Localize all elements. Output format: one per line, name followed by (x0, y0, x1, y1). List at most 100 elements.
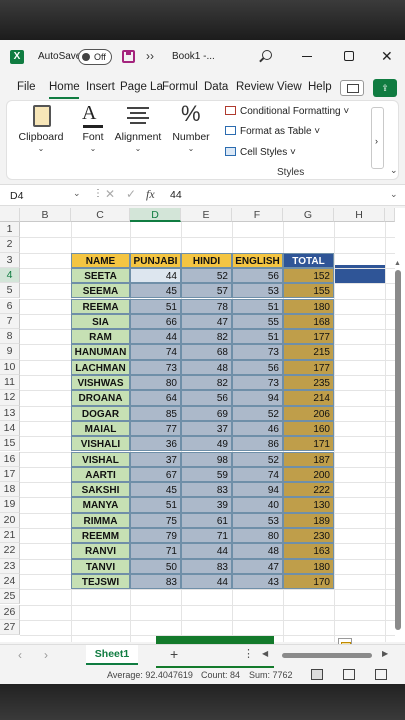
scrollbar-thumb[interactable] (282, 653, 372, 658)
total-cell[interactable]: 222 (283, 482, 334, 498)
hindi-cell[interactable]: 37 (181, 420, 232, 437)
column-header[interactable]: B (20, 208, 71, 222)
row-header[interactable]: 20 (0, 512, 20, 528)
vertical-scrollbar[interactable]: ▲ ▼ (394, 260, 401, 677)
scroll-left-icon[interactable]: ◀ (262, 649, 268, 658)
total-cell[interactable]: 230 (283, 528, 334, 544)
punjabi-cell[interactable]: 73 (130, 359, 181, 375)
row-header[interactable]: 17 (0, 466, 20, 483)
more-commands-icon[interactable]: ›› (146, 49, 154, 63)
chevron-down-icon[interactable]: ⌄ (73, 188, 81, 199)
scroll-right-icon[interactable]: ▶ (382, 649, 388, 658)
row-header[interactable]: 16 (0, 451, 20, 467)
row-header[interactable]: 4 (0, 267, 20, 284)
worksheet-grid[interactable]: B C D E F G H BEST WAY TO DO TOTAL 12345… (0, 208, 405, 677)
total-cell[interactable]: 235 (283, 375, 334, 391)
english-cell[interactable]: 51 (232, 329, 283, 345)
collapse-ribbon-icon[interactable]: ⌄ (390, 165, 398, 176)
header-name[interactable]: NAME (71, 252, 130, 268)
english-cell[interactable]: 43 (232, 573, 283, 590)
page-break-view-icon[interactable] (375, 669, 387, 680)
name-cell[interactable]: MANYA (71, 497, 130, 513)
horizontal-scrollbar[interactable]: ◀ ▶ (262, 649, 390, 662)
alignment-group[interactable]: Alignment ⌄ (113, 101, 163, 161)
hindi-cell[interactable]: 47 (181, 313, 232, 330)
english-cell[interactable]: 47 (232, 558, 283, 574)
maximize-icon[interactable] (344, 51, 354, 61)
name-cell[interactable]: TEJSWI (71, 573, 130, 590)
punjabi-cell[interactable]: 44 (130, 267, 181, 284)
english-cell[interactable]: 73 (232, 375, 283, 391)
hindi-cell[interactable]: 98 (181, 451, 232, 467)
header-hindi[interactable]: HINDI (181, 252, 232, 268)
row-header[interactable]: 14 (0, 420, 20, 437)
column-header[interactable]: D (130, 208, 181, 222)
row-header[interactable]: 26 (0, 604, 20, 620)
english-cell[interactable]: 56 (232, 267, 283, 284)
total-cell[interactable]: 168 (283, 313, 334, 330)
total-cell[interactable]: 163 (283, 543, 334, 559)
tab-view[interactable]: View (277, 81, 302, 93)
punjabi-cell[interactable]: 77 (130, 420, 181, 437)
total-cell[interactable]: 215 (283, 344, 334, 360)
row-header[interactable]: 8 (0, 329, 20, 345)
clipboard-group[interactable]: Clipboard ⌄ (11, 101, 71, 161)
english-cell[interactable]: 46 (232, 420, 283, 437)
row-header[interactable]: 5 (0, 283, 20, 299)
punjabi-cell[interactable]: 45 (130, 283, 181, 299)
tab-insert[interactable]: Insert (86, 81, 115, 93)
hindi-cell[interactable]: 44 (181, 573, 232, 590)
total-cell[interactable]: 206 (283, 405, 334, 421)
column-header[interactable]: E (181, 208, 232, 222)
punjabi-cell[interactable]: 71 (130, 543, 181, 559)
next-sheet-icon[interactable]: › (44, 648, 48, 662)
english-cell[interactable]: 55 (232, 313, 283, 330)
name-cell[interactable]: DROANA (71, 390, 130, 406)
english-cell[interactable]: 94 (232, 390, 283, 406)
total-cell[interactable]: 180 (283, 558, 334, 574)
tab-formulas[interactable]: Formul (162, 81, 198, 93)
punjabi-cell[interactable]: 79 (130, 528, 181, 544)
punjabi-cell[interactable]: 50 (130, 558, 181, 574)
conditional-formatting-button[interactable]: Conditional Formatting ˅ (225, 106, 349, 117)
comments-button[interactable] (340, 80, 364, 96)
row-header[interactable]: 13 (0, 405, 20, 421)
select-all-corner[interactable] (0, 208, 20, 222)
hindi-cell[interactable]: 59 (181, 466, 232, 483)
punjabi-cell[interactable]: 67 (130, 466, 181, 483)
total-cell[interactable]: 187 (283, 451, 334, 467)
name-cell[interactable]: SEETA (71, 267, 130, 284)
row-header[interactable]: 27 (0, 619, 20, 636)
search-icon[interactable] (262, 50, 272, 60)
column-header[interactable]: G (283, 208, 334, 222)
insert-function-icon[interactable]: fx (146, 187, 155, 202)
header-english[interactable]: ENGLISH (232, 252, 283, 268)
punjabi-cell[interactable]: 85 (130, 405, 181, 421)
prev-sheet-icon[interactable]: ‹ (18, 648, 22, 662)
tab-data[interactable]: Data (204, 81, 228, 93)
name-cell[interactable]: SEEMA (71, 283, 130, 299)
hindi-cell[interactable]: 68 (181, 344, 232, 360)
hindi-cell[interactable]: 44 (181, 543, 232, 559)
enter-icon[interactable]: ✓ (126, 187, 136, 201)
english-cell[interactable]: 53 (232, 512, 283, 528)
row-header[interactable]: 15 (0, 436, 20, 452)
english-cell[interactable]: 51 (232, 298, 283, 314)
total-cell[interactable]: 180 (283, 298, 334, 314)
row-header[interactable]: 21 (0, 528, 20, 544)
hindi-cell[interactable]: 71 (181, 528, 232, 544)
save-icon[interactable] (122, 50, 135, 63)
scroll-up-icon[interactable]: ▲ (394, 260, 401, 267)
cancel-icon[interactable]: ✕ (105, 187, 115, 201)
status-sum[interactable]: Sum: 7762 (249, 670, 293, 680)
name-cell[interactable]: REEMA (71, 298, 130, 314)
total-cell[interactable]: 177 (283, 329, 334, 345)
name-cell[interactable]: LACHMAN (71, 359, 130, 375)
page-layout-view-icon[interactable] (343, 669, 355, 680)
english-cell[interactable]: 74 (232, 466, 283, 483)
hindi-cell[interactable]: 52 (181, 267, 232, 284)
name-cell[interactable]: SAKSHI (71, 482, 130, 498)
row-header[interactable]: 19 (0, 497, 20, 513)
add-sheet-button[interactable]: + (170, 646, 178, 662)
punjabi-cell[interactable]: 45 (130, 482, 181, 498)
